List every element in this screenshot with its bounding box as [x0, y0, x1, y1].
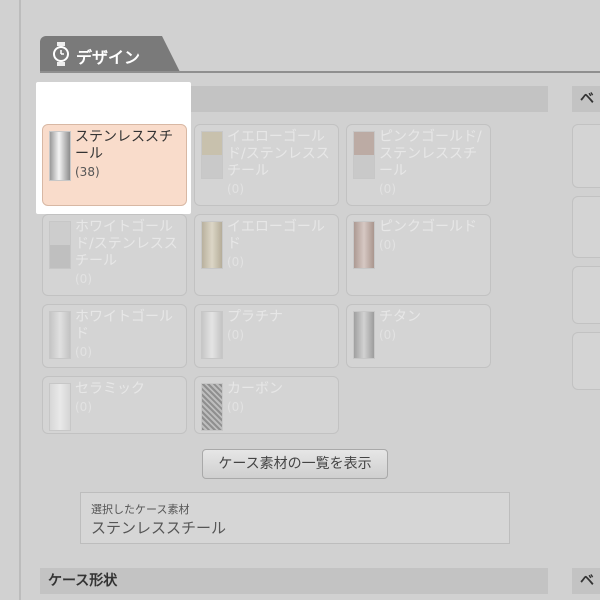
material-swatch	[201, 131, 223, 179]
right-option-tile[interactable]	[572, 266, 600, 324]
material-swatch	[49, 131, 71, 181]
material-option-whitegold[interactable]: ホワイトゴールド (0)	[42, 304, 187, 368]
section-header-shape: ケース形状	[40, 568, 548, 594]
show-material-list-button[interactable]: ケース素材の一覧を表示	[202, 449, 388, 479]
option-label: ホワイトゴールド (0)	[75, 309, 173, 359]
option-label: プラチナ (0)	[227, 309, 283, 342]
right-option-tile[interactable]	[572, 332, 600, 390]
material-option-titanium[interactable]: チタン (0)	[346, 304, 491, 368]
option-label: カーボン (0)	[227, 381, 283, 414]
right-option-tile[interactable]	[572, 196, 600, 258]
option-label: セラミック (0)	[75, 381, 145, 414]
material-swatch	[353, 131, 375, 179]
section-header-right: ベ	[572, 86, 600, 112]
material-swatch	[201, 221, 223, 269]
option-label: イエローゴールド/ステンレススチール (0)	[227, 129, 330, 196]
material-option-stainless[interactable]: ステンレススチール (38)	[42, 124, 187, 206]
section-header-right-2: ベ	[572, 568, 600, 594]
option-label: ピンクゴールド (0)	[379, 219, 477, 252]
material-option-carbon[interactable]: カーボン (0)	[194, 376, 339, 434]
selected-value: ステンレススチール	[91, 519, 227, 537]
watch-icon	[53, 42, 69, 66]
material-swatch	[353, 311, 375, 359]
material-option-yellowgold-stainless[interactable]: イエローゴールド/ステンレススチール (0)	[194, 124, 339, 206]
material-option-yellowgold[interactable]: イエローゴールド (0)	[194, 214, 339, 296]
selected-caption: 選択したケース素材	[91, 503, 190, 516]
option-label: ホワイトゴールド/ステンレススチール (0)	[75, 219, 178, 286]
panel-border	[19, 0, 21, 600]
option-label: イエローゴールド (0)	[227, 219, 325, 269]
material-swatch	[49, 383, 71, 431]
tab-design[interactable]: デザイン	[40, 36, 180, 72]
material-swatch	[49, 311, 71, 359]
material-option-ceramic[interactable]: セラミック (0)	[42, 376, 187, 434]
material-swatch	[353, 221, 375, 269]
right-option-tile[interactable]	[572, 124, 600, 188]
material-option-platinum[interactable]: プラチナ (0)	[194, 304, 339, 368]
option-label: ステンレススチール (38)	[75, 129, 173, 179]
option-label: チタン (0)	[379, 309, 421, 342]
material-option-pinkgold[interactable]: ピンクゴールド (0)	[346, 214, 491, 296]
material-swatch	[201, 311, 223, 359]
tab-divider	[40, 71, 600, 73]
material-option-pinkgold-stainless[interactable]: ピンクゴールド/ステンレススチール (0)	[346, 124, 491, 206]
material-swatch	[201, 383, 223, 431]
selected-material-box: 選択したケース素材 ステンレススチール	[80, 492, 510, 544]
material-option-whitegold-stainless[interactable]: ホワイトゴールド/ステンレススチール (0)	[42, 214, 187, 296]
tab-label: デザイン	[76, 48, 141, 67]
option-label: ピンクゴールド/ステンレススチール (0)	[379, 129, 482, 196]
material-swatch	[49, 221, 71, 269]
